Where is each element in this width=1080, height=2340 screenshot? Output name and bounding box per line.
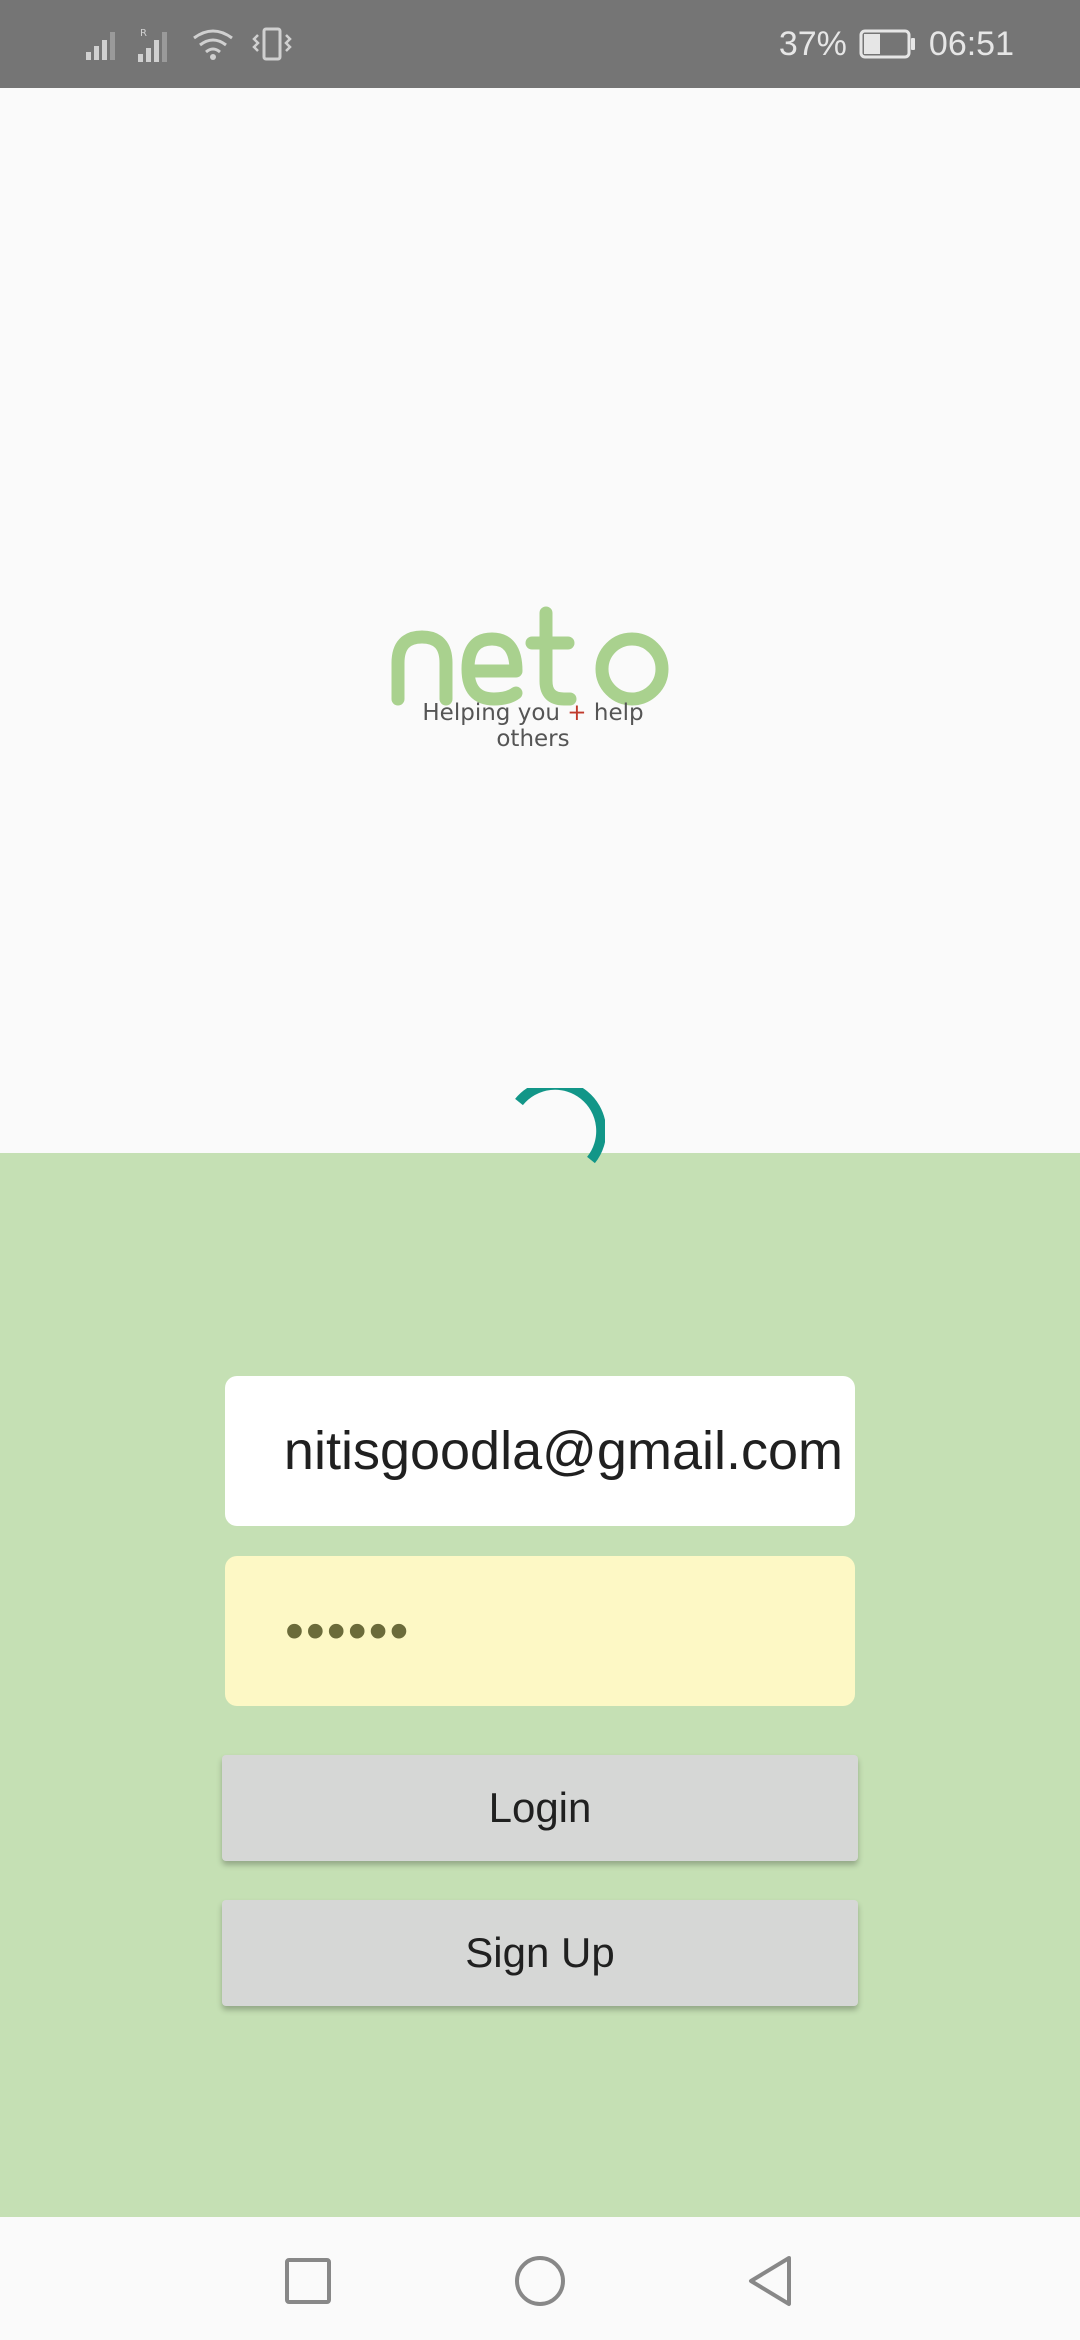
back-triangle-icon bbox=[749, 2256, 791, 2306]
recent-apps-button[interactable] bbox=[268, 2241, 348, 2321]
password-field[interactable] bbox=[225, 1556, 855, 1706]
password-field-container bbox=[225, 1556, 855, 1706]
status-icons-left: R bbox=[86, 24, 292, 64]
back-button[interactable] bbox=[730, 2241, 810, 2321]
sign-up-button[interactable]: Sign Up bbox=[222, 1900, 858, 2006]
tagline-plus: + bbox=[567, 700, 587, 726]
roaming-signal-icon: R bbox=[138, 28, 167, 62]
status-icons-right: 37% 06:51 bbox=[779, 20, 1014, 68]
circle-icon bbox=[515, 2256, 565, 2306]
svg-text:R: R bbox=[140, 28, 147, 39]
wifi-icon bbox=[193, 29, 233, 60]
login-screen: R 37% 06:51 Helping you + help others ni… bbox=[0, 0, 1080, 2340]
tagline-part1: Helping you bbox=[422, 700, 560, 726]
square-icon bbox=[285, 2258, 331, 2304]
clock: 06:51 bbox=[928, 24, 1014, 63]
email-field[interactable] bbox=[225, 1376, 855, 1526]
vibrate-icon bbox=[252, 27, 292, 61]
signal-icon bbox=[86, 32, 115, 60]
logo-tagline: Helping you + help others bbox=[388, 700, 678, 752]
home-button[interactable] bbox=[500, 2241, 580, 2321]
email-field-container bbox=[225, 1376, 855, 1526]
loading-spinner bbox=[515, 1088, 605, 1164]
battery-percent: 37% bbox=[778, 24, 847, 63]
navigation-bar bbox=[0, 2217, 1080, 2340]
login-button[interactable]: Login bbox=[222, 1755, 858, 1861]
battery-icon bbox=[859, 29, 915, 59]
status-bar: R 37% 06:51 bbox=[0, 0, 1080, 88]
